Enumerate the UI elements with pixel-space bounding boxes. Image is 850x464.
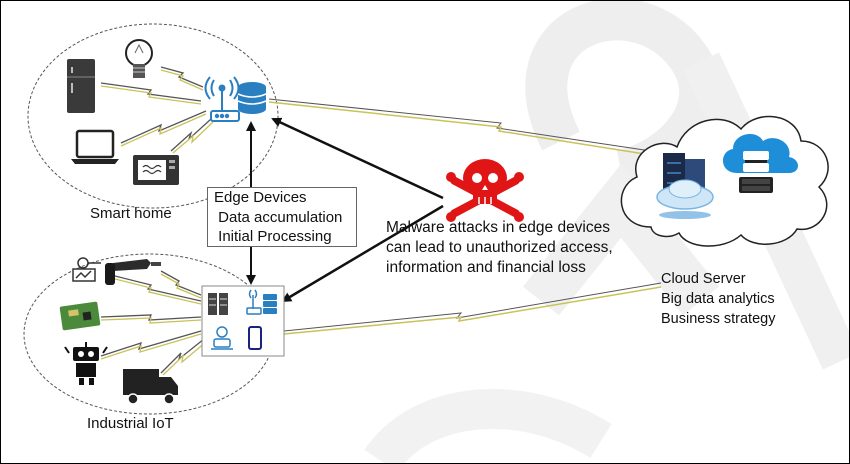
circuit-board-icon	[59, 301, 101, 331]
edge-box-line-2: Data accumulation	[214, 208, 343, 226]
smartphone-icon	[248, 326, 262, 350]
cloud-link-bottom	[283, 282, 662, 335]
truck-icon	[123, 369, 178, 405]
wifi-router-icon	[204, 76, 240, 122]
malware-line-3: information and financial loss	[386, 259, 586, 276]
edge-box-line-1: Edge Devices	[214, 189, 307, 206]
lightbulb-icon	[125, 39, 153, 78]
cloud-link-top	[268, 98, 652, 156]
database-icon	[237, 82, 267, 114]
microwave-icon	[133, 155, 179, 185]
malware-caption: Malware attacks in edge devices can lead…	[386, 218, 613, 278]
smart-home-label: Smart home	[90, 205, 172, 222]
robot-icon	[64, 342, 108, 385]
cloud-line-2: Big data analytics	[661, 291, 775, 307]
skull-crossbones-icon	[446, 159, 524, 222]
diagram-frame: Smart home Industrial IoT Edge Devices D…	[0, 0, 850, 464]
malware-line-1: Malware attacks in edge devices	[386, 219, 611, 236]
edge-box-line-3: Initial Processing	[214, 228, 332, 245]
cloud-server-caption: Cloud Server Big data analytics Business…	[661, 269, 775, 329]
malware-line-2: can lead to unauthorized access,	[386, 239, 613, 256]
fridge-icon	[67, 59, 95, 113]
cloud-line-3: Business strategy	[661, 311, 776, 327]
cloud-line-1: Cloud Server	[661, 271, 746, 287]
smart-home-links	[100, 66, 214, 154]
industrial-links	[100, 270, 207, 376]
industrial-iot-label: Industrial IoT	[87, 415, 174, 432]
laptop-icon	[71, 129, 119, 164]
edge-devices-box: Edge Devices Data accumulation Initial P…	[207, 187, 357, 247]
